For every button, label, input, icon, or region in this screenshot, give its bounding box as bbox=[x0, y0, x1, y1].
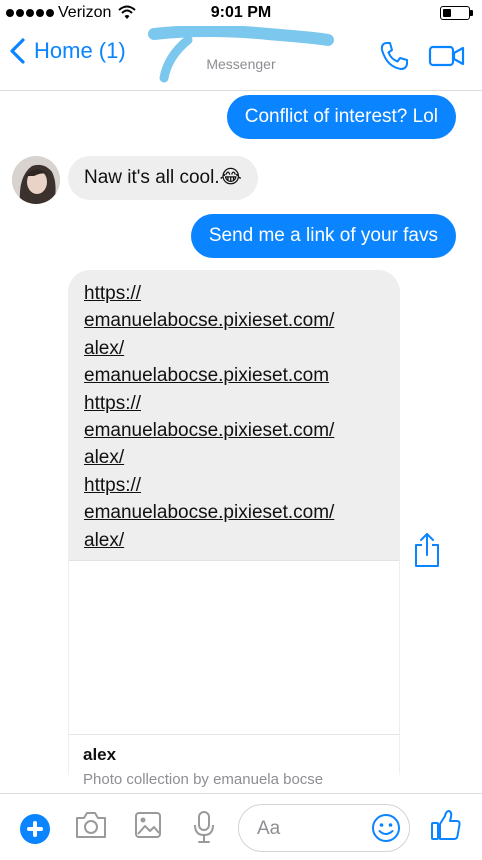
battery-icon bbox=[440, 6, 473, 20]
plus-icon[interactable] bbox=[20, 814, 50, 844]
thumbs-up-icon[interactable] bbox=[430, 808, 462, 842]
link-line[interactable]: emanuelabocse.pixieset.com bbox=[84, 362, 388, 389]
video-camera-icon[interactable] bbox=[428, 42, 466, 70]
link-line[interactable]: https:// bbox=[84, 390, 388, 417]
link-message-card[interactable]: https:// emanuelabocse.pixieset.com/ ale… bbox=[68, 270, 400, 792]
message-input-field[interactable] bbox=[238, 804, 410, 852]
link-line[interactable]: emanuelabocse.pixieset.com/ bbox=[84, 417, 388, 444]
smiley-icon[interactable] bbox=[371, 813, 401, 843]
message-bubble-incoming[interactable]: Naw it's all cool.😂 bbox=[68, 156, 258, 200]
message-bubble-outgoing[interactable]: Send me a link of your favs bbox=[190, 214, 456, 258]
image-icon[interactable] bbox=[134, 810, 162, 840]
share-icon[interactable] bbox=[413, 532, 441, 568]
battery-level bbox=[443, 9, 451, 17]
link-preview-title: alex bbox=[83, 745, 117, 764]
link-message-text[interactable]: https:// emanuelabocse.pixieset.com/ ale… bbox=[84, 280, 388, 554]
link-preview-footer[interactable]: alex Photo collection by emanuela bocse bbox=[69, 734, 399, 792]
avatar[interactable] bbox=[12, 156, 60, 204]
link-preview-subtitle: Photo collection by emanuela bocse bbox=[83, 771, 324, 788]
message-bubble-outgoing[interactable]: Conflict of interest? Lol bbox=[226, 95, 456, 139]
link-line[interactable]: alex/ bbox=[84, 527, 388, 554]
link-line[interactable]: emanuelabocse.pixieset.com/ bbox=[84, 499, 388, 526]
message-input[interactable] bbox=[255, 815, 369, 843]
link-line[interactable]: https:// bbox=[84, 280, 388, 307]
status-bar: Verizon 9:01 PM bbox=[0, 0, 482, 28]
phone-icon[interactable] bbox=[378, 40, 410, 72]
conversation-header: Home (1) Messenger bbox=[0, 26, 482, 91]
camera-icon[interactable] bbox=[74, 810, 108, 840]
status-time: 9:01 PM bbox=[210, 4, 272, 21]
link-line[interactable]: emanuelabocse.pixieset.com/ bbox=[84, 307, 388, 334]
link-line[interactable]: https:// bbox=[84, 472, 388, 499]
composer-toolbar bbox=[0, 793, 482, 860]
contact-photo bbox=[12, 156, 60, 204]
link-line[interactable]: alex/ bbox=[84, 444, 388, 471]
microphone-icon[interactable] bbox=[192, 810, 216, 844]
link-line[interactable]: alex/ bbox=[84, 335, 388, 362]
